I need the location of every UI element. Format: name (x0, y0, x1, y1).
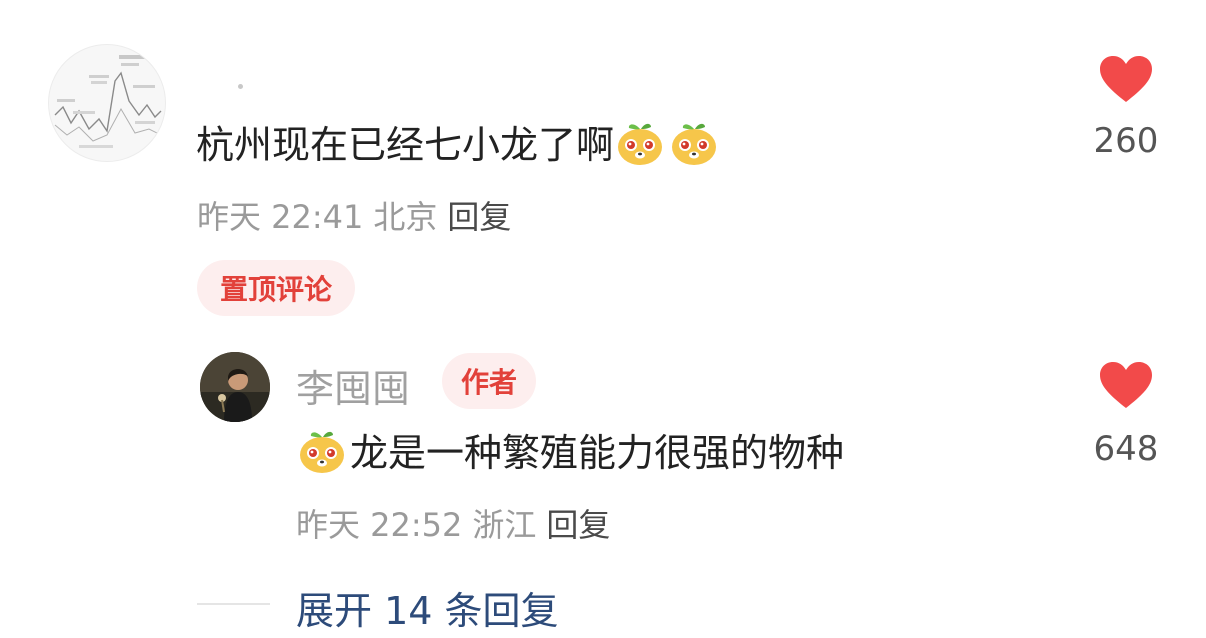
emoji-sticker-icon (614, 116, 666, 168)
author-badge: 作者 (442, 353, 536, 409)
emoji-sticker-icon (668, 116, 720, 168)
reply-author-avatar[interactable] (200, 352, 270, 422)
reply-reply-button[interactable]: 回复 (546, 506, 610, 544)
pinned-comment-badge: 置顶评论 (197, 260, 355, 316)
comment-meta: 昨天 22:41 北京 回复 (197, 192, 521, 238)
heart-icon[interactable] (1098, 54, 1154, 104)
reply-like-count: 648 (1093, 429, 1159, 469)
reply-text: 龙是一种繁殖能力很强的物种 (296, 424, 844, 480)
reply-button[interactable]: 回复 (447, 198, 511, 236)
decor-dot (238, 84, 243, 89)
emoji-sticker-icon (296, 424, 348, 476)
reply-author-name[interactable]: 李囤囤 (296, 358, 410, 413)
comment-text-label: 杭州现在已经七小龙了啊 (196, 123, 615, 167)
commenter-avatar[interactable] (48, 44, 166, 162)
divider (197, 603, 270, 605)
comment-text: 杭州现在已经七小龙了啊 (196, 116, 722, 172)
reply-like-button[interactable] (1098, 360, 1154, 414)
reply-location: 浙江 (472, 506, 537, 544)
comment-location: 北京 (373, 198, 438, 236)
expand-replies-link[interactable]: 展开 14 条回复 (296, 580, 559, 635)
reply-time: 昨天 22:52 (296, 506, 463, 544)
like-count: 260 (1093, 121, 1159, 161)
comment-time: 昨天 22:41 (197, 198, 364, 236)
like-button[interactable] (1098, 54, 1154, 108)
heart-icon[interactable] (1098, 360, 1154, 410)
reply-text-label: 龙是一种繁殖能力很强的物种 (350, 431, 845, 475)
reply-meta: 昨天 22:52 浙江 回复 (296, 500, 620, 546)
